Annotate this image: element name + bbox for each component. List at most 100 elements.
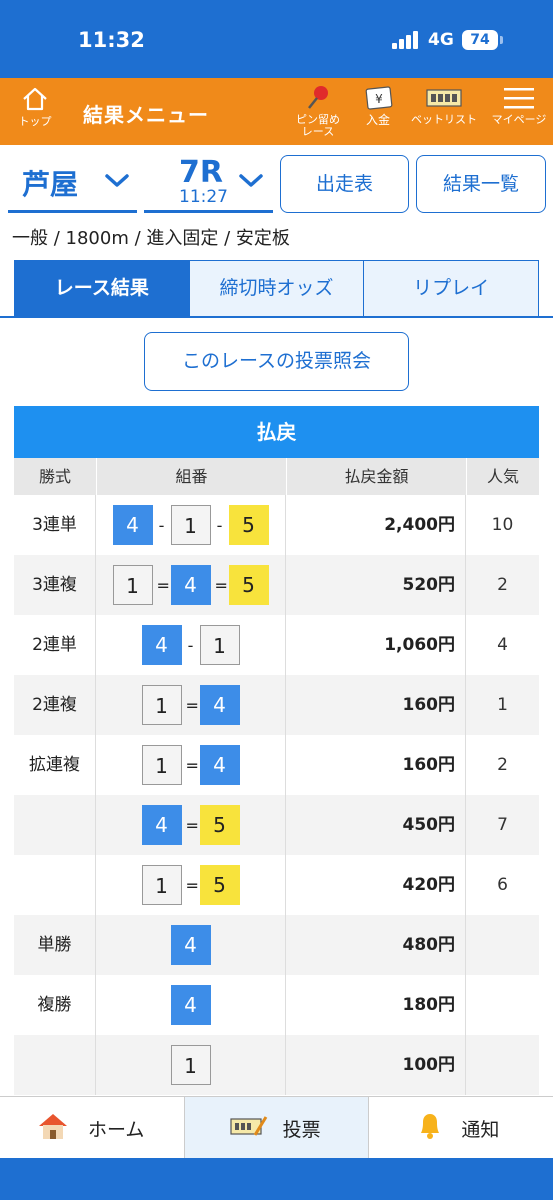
tab-closing-odds[interactable]: 締切時オッズ (188, 261, 364, 316)
table-row: 単勝 4 480円 (14, 915, 539, 975)
boat-number-badge: 4 (199, 745, 240, 785)
boat-number-badge: 4 (141, 625, 182, 665)
race-condition: 一般 / 1800m / 進入固定 / 安定板 (12, 228, 290, 249)
boat-number-badge: 1 (141, 865, 182, 905)
header-popularity: 人気 (466, 458, 539, 495)
row-combination: 4 (96, 915, 286, 975)
top-home-button[interactable]: トップ (10, 86, 60, 129)
header-combination: 組番 (96, 458, 286, 495)
row-bet-type: 拡連複 (14, 735, 96, 795)
tab-replay[interactable]: リプレイ (363, 261, 539, 316)
bottom-notify-button[interactable]: 通知 (368, 1097, 553, 1158)
row-combination: 4-1 (96, 615, 286, 675)
boat-number-badge: 5 (228, 565, 269, 605)
row-bet-type: 2連単 (14, 615, 96, 675)
payout-title: 払戻 (14, 406, 539, 458)
boat-number-badge: 4 (170, 565, 211, 605)
boat-number-badge: 4 (170, 925, 211, 965)
row-popularity: 6 (497, 875, 508, 895)
mypage-label: マイページ (491, 113, 547, 126)
boat-number-badge: 5 (199, 865, 240, 905)
table-row: 2連複 1 = 4 160円 1 (14, 675, 539, 735)
hamburger-icon (504, 88, 534, 109)
pushpin-icon (308, 86, 328, 109)
row-bet-type: 3連単 (14, 495, 96, 555)
chevron-down-icon (239, 174, 263, 187)
ticket-icon (426, 89, 462, 107)
betlist-label: ベットリスト (411, 113, 477, 126)
row-amount: 1,060円 (286, 615, 466, 675)
table-row: 拡連複 1 = 4 160円 2 (14, 735, 539, 795)
table-row: 1 = 5 420円 6 (14, 855, 539, 915)
table-row: 複勝 4 180円 (14, 975, 539, 1035)
mypage-button[interactable]: マイページ (487, 84, 551, 126)
svg-text:¥: ¥ (375, 92, 383, 106)
boat-number-badge: 1 (112, 565, 153, 605)
bottom-home-label: ホーム (88, 1119, 145, 1141)
payout-header: 勝式 組番 払戻金額 人気 (14, 458, 539, 495)
boat-number-badge: 1 (170, 1045, 211, 1085)
row-combination: 1 = 4 = 5 (96, 555, 286, 615)
row-popularity (466, 915, 539, 975)
bottom-nav: ホーム 投票 通知 (0, 1096, 553, 1158)
row-combination: 4-1-5 (96, 495, 286, 555)
boat-number-badge: 4 (170, 985, 211, 1025)
combo-separator: = (185, 695, 199, 715)
bottom-home-button[interactable]: ホーム (0, 1097, 184, 1158)
table-row: 3連単 4-1-5 2,400円 10 (14, 495, 539, 555)
entries-button[interactable]: 出走表 (280, 155, 409, 213)
vote-check-button[interactable]: このレースの投票照会 (144, 332, 409, 391)
combo-separator: = (214, 575, 228, 595)
row-popularity: 2 (497, 575, 508, 595)
row-amount: 520円 (286, 555, 466, 615)
race-time: 11:27 (179, 187, 228, 207)
row-combination: 1 (96, 1035, 286, 1095)
row-popularity: 10 (491, 515, 514, 535)
row-popularity: 4 (497, 635, 508, 655)
combo-separator: - (216, 515, 223, 535)
wallet-yen-icon: ¥ (365, 86, 393, 110)
deposit-button[interactable]: ¥ 入金 (358, 84, 398, 126)
row-bet-type: 3連複 (14, 555, 96, 615)
page-title: 結果メニュー (83, 103, 209, 127)
row-bet-type: 単勝 (14, 915, 96, 975)
boat-number-badge: 4 (141, 805, 182, 845)
boat-number-badge: 1 (141, 745, 182, 785)
race-selector[interactable]: 7R 11:27 (144, 155, 273, 213)
row-amount: 450円 (286, 795, 466, 855)
status-bar: 11:32 4G 74 (0, 0, 553, 78)
boat-number-badge: 1 (170, 505, 211, 545)
results-list-button[interactable]: 結果一覧 (416, 155, 546, 213)
chevron-down-icon (105, 174, 129, 187)
row-amount: 480円 (286, 915, 466, 975)
row-bet-type (14, 1035, 96, 1095)
boat-number-badge: 1 (199, 625, 240, 665)
tab-race-result[interactable]: レース結果 (15, 261, 189, 316)
result-tabs: レース結果 締切時オッズ リプレイ (14, 260, 539, 317)
row-popularity (466, 975, 539, 1035)
top-nav: トップ 結果メニュー ピン留め レース ¥ 入金 ベットリスト マイページ (0, 78, 553, 145)
row-amount: 160円 (286, 735, 466, 795)
row-combination: 1 = 5 (96, 855, 286, 915)
combo-separator: - (187, 635, 194, 655)
race-number: 7R (179, 155, 223, 190)
betlist-button[interactable]: ベットリスト (410, 84, 478, 126)
row-popularity: 1 (497, 695, 508, 715)
row-amount: 2,400円 (286, 495, 466, 555)
row-amount: 420円 (286, 855, 466, 915)
boat-number-badge: 1 (141, 685, 182, 725)
header-amount: 払戻金額 (286, 458, 466, 495)
row-combination: 1 = 4 (96, 675, 286, 735)
network-label: 4G (428, 30, 454, 50)
table-row: 1 100円 (14, 1035, 539, 1095)
row-combination: 4 (96, 975, 286, 1035)
venue-selector[interactable]: 芦屋 (8, 157, 137, 213)
boat-number-badge: 5 (199, 805, 240, 845)
pin-race-button[interactable]: ピン留め レース (289, 84, 347, 138)
bottom-vote-button[interactable]: 投票 (183, 1097, 369, 1158)
row-bet-type: 2連複 (14, 675, 96, 735)
top-home-label: トップ (18, 115, 52, 128)
combo-separator: - (158, 515, 165, 535)
combo-separator: = (185, 815, 199, 835)
house-icon (39, 1114, 67, 1139)
